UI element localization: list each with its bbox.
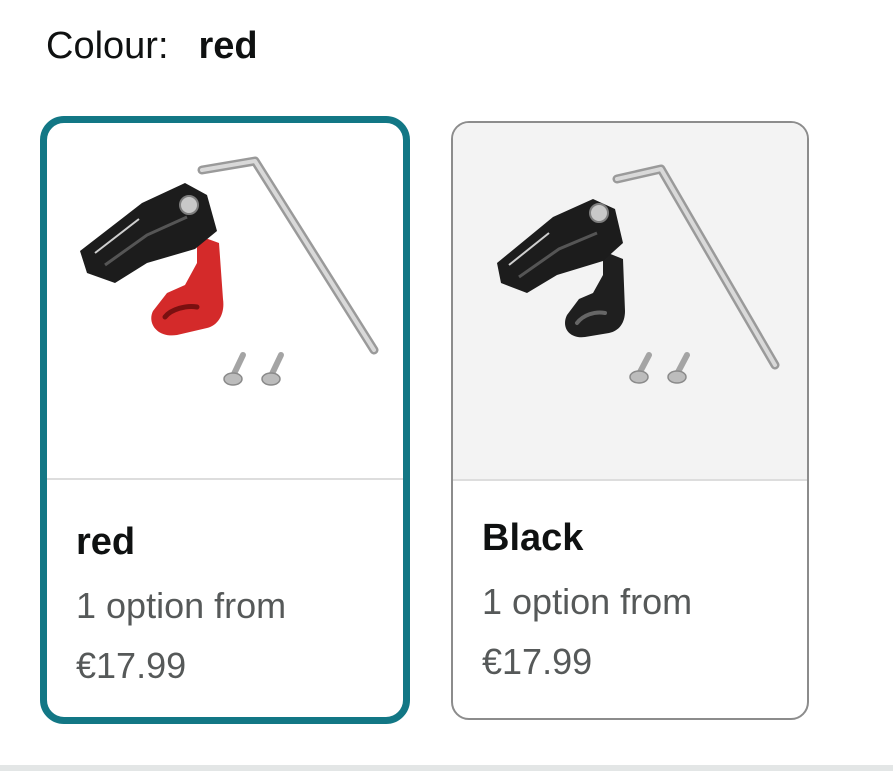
option-availability: 1 option from <box>76 585 287 626</box>
card-divider <box>453 479 807 481</box>
option-availability: 1 option from <box>482 581 693 622</box>
colour-option-red[interactable]: red 1 option from €17.99 <box>40 116 410 724</box>
chain-guide-red-image <box>80 156 379 386</box>
option-name: Black <box>482 517 584 559</box>
colour-label: Colour: <box>46 24 169 67</box>
selected-colour-value: red <box>198 24 258 67</box>
colour-selector-header: Colour: red <box>46 18 258 74</box>
product-image-black <box>453 123 807 479</box>
option-price: €17.99 <box>76 645 187 686</box>
colour-option-black[interactable]: Black 1 option from €17.99 <box>451 121 809 720</box>
option-price: €17.99 <box>482 641 593 682</box>
card-divider <box>47 478 403 480</box>
product-image-red <box>47 123 403 479</box>
chain-guide-black-image <box>497 164 780 384</box>
section-divider <box>0 765 893 771</box>
option-name: red <box>76 521 136 563</box>
